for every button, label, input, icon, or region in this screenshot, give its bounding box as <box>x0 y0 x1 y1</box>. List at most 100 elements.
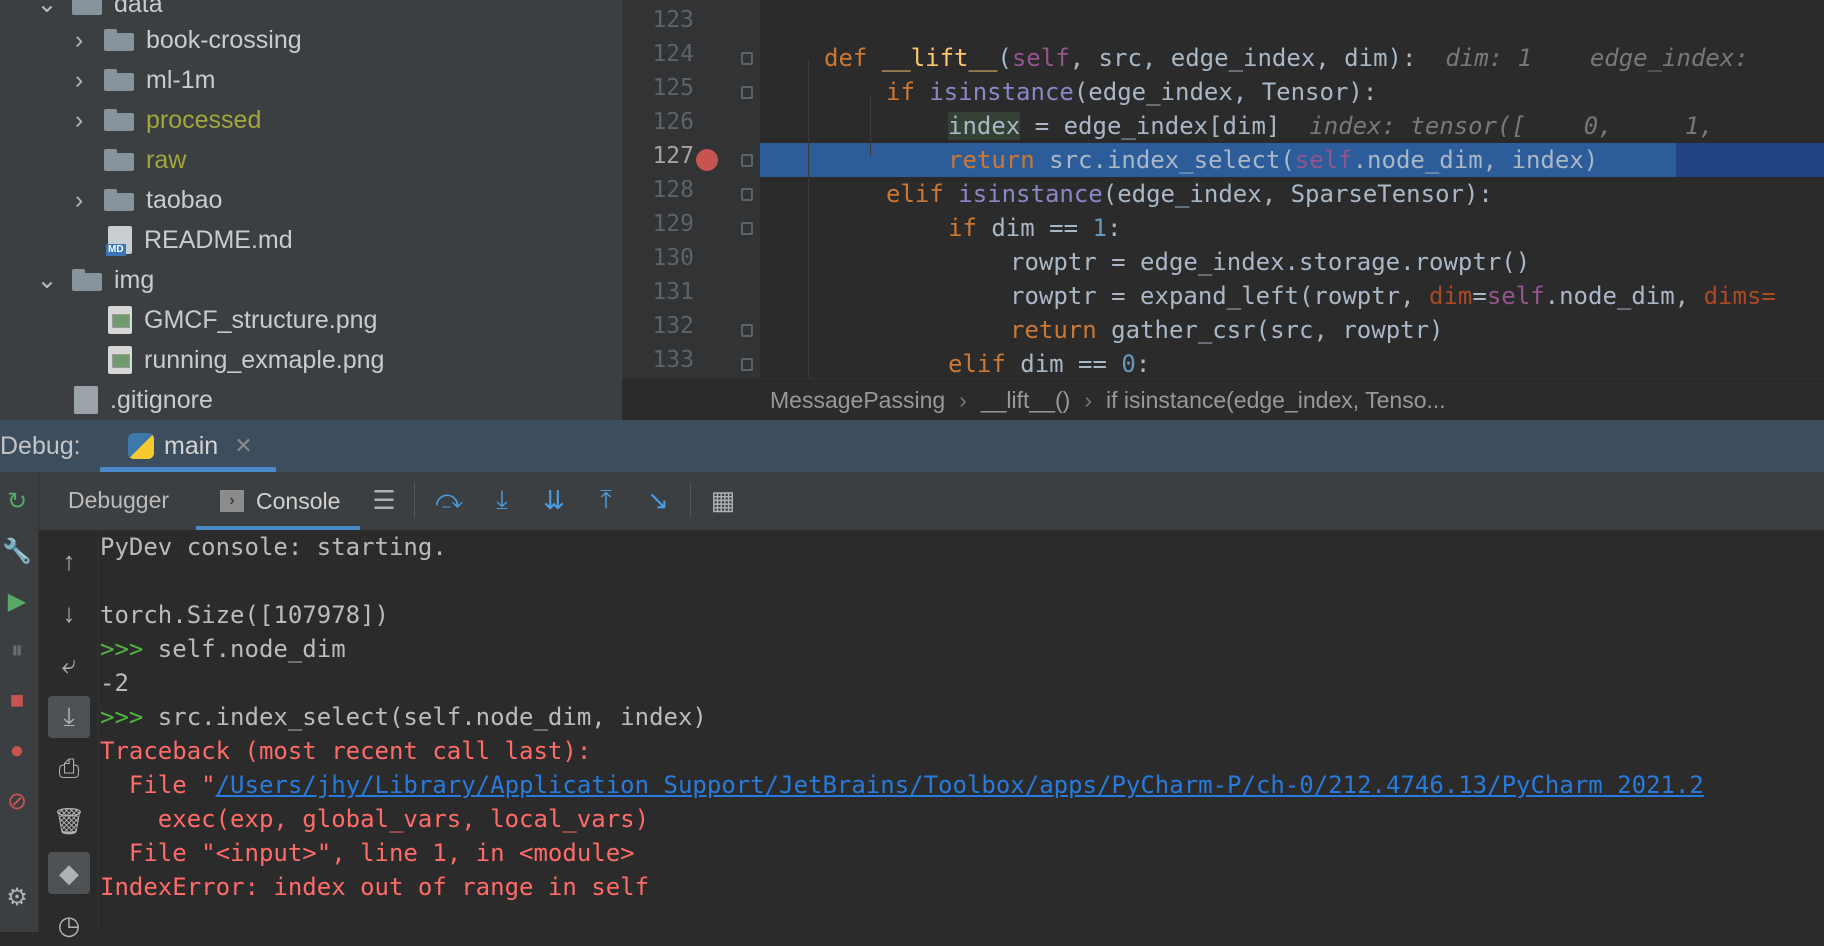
folder-icon <box>104 189 134 211</box>
console-prompt: >>> <box>100 635 158 663</box>
fold-marker-icon[interactable] <box>741 188 753 201</box>
python-icon <box>128 433 154 459</box>
python-console-icon[interactable]: ◆ <box>48 852 90 894</box>
step-over-icon[interactable]: ⤼ <box>434 484 464 515</box>
code-token: isinstance <box>929 78 1074 106</box>
code-line-127: return src.index_select(self.node_dim, i… <box>948 143 1598 177</box>
line-number: 126 <box>652 109 694 135</box>
run-to-cursor-icon[interactable]: ↘ <box>643 485 673 515</box>
chevron-right-icon[interactable]: › <box>68 26 90 54</box>
traceback-file-line: File "/Users/jhy/Library/Application Sup… <box>100 768 1704 802</box>
debug-label: Debug: <box>0 431 81 460</box>
breadcrumb-item[interactable]: __lift__() <box>981 387 1070 414</box>
breadcrumb-item[interactable]: MessagePassing <box>770 387 945 414</box>
chevron-right-icon: › <box>959 386 967 413</box>
arrow-up-icon[interactable]: ↑ <box>48 540 90 582</box>
scroll-to-end-icon[interactable]: ⤓ <box>48 696 90 738</box>
tree-item-readme[interactable]: MD README.md <box>106 220 293 260</box>
tree-item-label: processed <box>146 105 262 134</box>
line-number: 129 <box>652 211 694 237</box>
traceback-text: File " <box>100 771 216 799</box>
fold-marker-icon[interactable] <box>741 358 753 371</box>
code-token: self <box>1486 282 1545 310</box>
console-actions-strip: ↑ ↓ ⤶ ⤓ ⎙ 🗑 ◆ ◷ <box>40 530 99 940</box>
fold-marker-icon[interactable] <box>741 52 753 65</box>
chevron-down-icon[interactable]: ⌄ <box>36 0 58 18</box>
toolbar-separator <box>414 482 415 518</box>
code-token: (edge_index, SparseTensor): <box>1102 180 1493 208</box>
code-token: if <box>948 214 992 242</box>
tab-debugger[interactable]: Debugger <box>68 487 169 514</box>
line-number: 125 <box>652 75 694 101</box>
debug-toolbar: Debugger › Console ☰ ⤼ ⤓ ⇊ ⤒ ↘ ▦ <box>0 472 1824 531</box>
code-token: = edge_index[dim] <box>1020 112 1281 140</box>
breadcrumb: MessagePassing › __lift__() › if isinsta… <box>622 378 1824 421</box>
close-icon[interactable]: ✕ <box>234 433 252 459</box>
console-line: -2 <box>100 669 129 697</box>
line-number: 128 <box>652 177 694 203</box>
tree-item-taobao[interactable]: › taobao <box>68 180 223 220</box>
tree-item-gitignore[interactable]: .gitignore <box>74 380 213 420</box>
breakpoint-icon[interactable] <box>696 149 718 171</box>
tree-item-label: .gitignore <box>110 385 213 414</box>
folder-icon <box>104 29 134 51</box>
traceback-file-line: File "<input>", line 1, in <module> <box>100 839 635 867</box>
tree-item-label: book-crossing <box>146 25 302 54</box>
console-icon: › <box>220 490 244 512</box>
code-token: gather_csr(src, rowptr) <box>1111 316 1444 344</box>
chevron-right-icon[interactable]: › <box>68 106 90 134</box>
resume-icon[interactable]: ▶ <box>2 586 32 616</box>
code-editor[interactable]: 123 124 125 126 127 128 129 130 131 132 … <box>622 0 1824 378</box>
mute-breakpoints-icon[interactable]: ⊘ <box>2 786 32 816</box>
code-token: (edge_index, Tensor): <box>1073 78 1378 106</box>
image-file-icon <box>108 306 132 334</box>
wrench-icon[interactable]: 🔧 <box>2 536 32 566</box>
step-out-icon[interactable]: ⤒ <box>591 484 621 515</box>
chevron-right-icon: › <box>1084 386 1092 413</box>
chevron-right-icon[interactable]: › <box>68 186 90 214</box>
code-line-131: rowptr = expand_left(rowptr, dim=self.no… <box>1010 279 1776 313</box>
toolbar-separator <box>690 482 691 518</box>
trash-icon[interactable]: 🗑 <box>48 800 90 842</box>
tree-item-label: data <box>114 0 163 18</box>
gear-icon[interactable]: ⚙ <box>2 882 32 912</box>
stop-icon[interactable]: ■ <box>2 686 32 716</box>
console-output[interactable]: PyDev console: starting. torch.Size([107… <box>100 530 1824 932</box>
debug-session-tab-main[interactable]: main ✕ <box>100 420 276 472</box>
line-number-current: 127 <box>652 143 694 169</box>
tree-item-ml-1m[interactable]: › ml-1m <box>68 60 216 100</box>
history-icon[interactable]: ◷ <box>48 904 90 946</box>
tree-item-label: running_exmaple.png <box>144 345 385 374</box>
pause-icon[interactable]: ⏸ <box>2 636 32 666</box>
code-token: dim <box>1429 282 1473 310</box>
tree-item-processed[interactable]: › processed <box>68 100 262 140</box>
tree-item-running-example[interactable]: running_exmaple.png <box>108 340 384 380</box>
tree-item-gmcf-structure[interactable]: GMCF_structure.png <box>108 300 377 340</box>
step-into-my-code-icon[interactable]: ⇊ <box>539 485 569 515</box>
arrow-down-icon[interactable]: ↓ <box>48 592 90 634</box>
tab-console[interactable]: › Console <box>196 472 360 530</box>
fold-marker-icon[interactable] <box>741 86 753 99</box>
tree-item-book-crossing[interactable]: › book-crossing <box>68 20 302 60</box>
tree-item-raw[interactable]: raw <box>104 140 186 180</box>
code-token: rowptr = edge_index.storage.rowptr() <box>1010 248 1531 276</box>
step-into-icon[interactable]: ⤓ <box>487 484 517 515</box>
evaluate-expression-icon[interactable]: ▦ <box>708 485 738 515</box>
fold-marker-icon[interactable] <box>741 222 753 235</box>
code-line-132: return gather_csr(src, rowptr) <box>1010 313 1444 347</box>
code-line-128: elif isinstance(edge_index, SparseTensor… <box>886 177 1493 211</box>
tree-item-img[interactable]: ⌄ img <box>36 260 155 300</box>
view-breakpoints-icon[interactable]: ● <box>2 736 32 766</box>
print-icon[interactable]: ⎙ <box>48 748 90 790</box>
traceback-file-link[interactable]: /Users/jhy/Library/Application Support/J… <box>216 771 1704 799</box>
chevron-right-icon[interactable]: › <box>68 66 90 94</box>
frames-list-icon[interactable]: ☰ <box>369 485 399 515</box>
chevron-down-icon[interactable]: ⌄ <box>36 266 58 294</box>
soft-wrap-icon[interactable]: ⤶ <box>48 644 90 686</box>
text-selection <box>1676 143 1824 177</box>
line-number: 130 <box>652 245 694 271</box>
breadcrumb-item[interactable]: if isinstance(edge_index, Tenso... <box>1106 387 1446 414</box>
fold-marker-icon[interactable] <box>741 154 753 167</box>
fold-marker-icon[interactable] <box>741 324 753 337</box>
rerun-icon[interactable]: ↻ <box>2 486 32 516</box>
